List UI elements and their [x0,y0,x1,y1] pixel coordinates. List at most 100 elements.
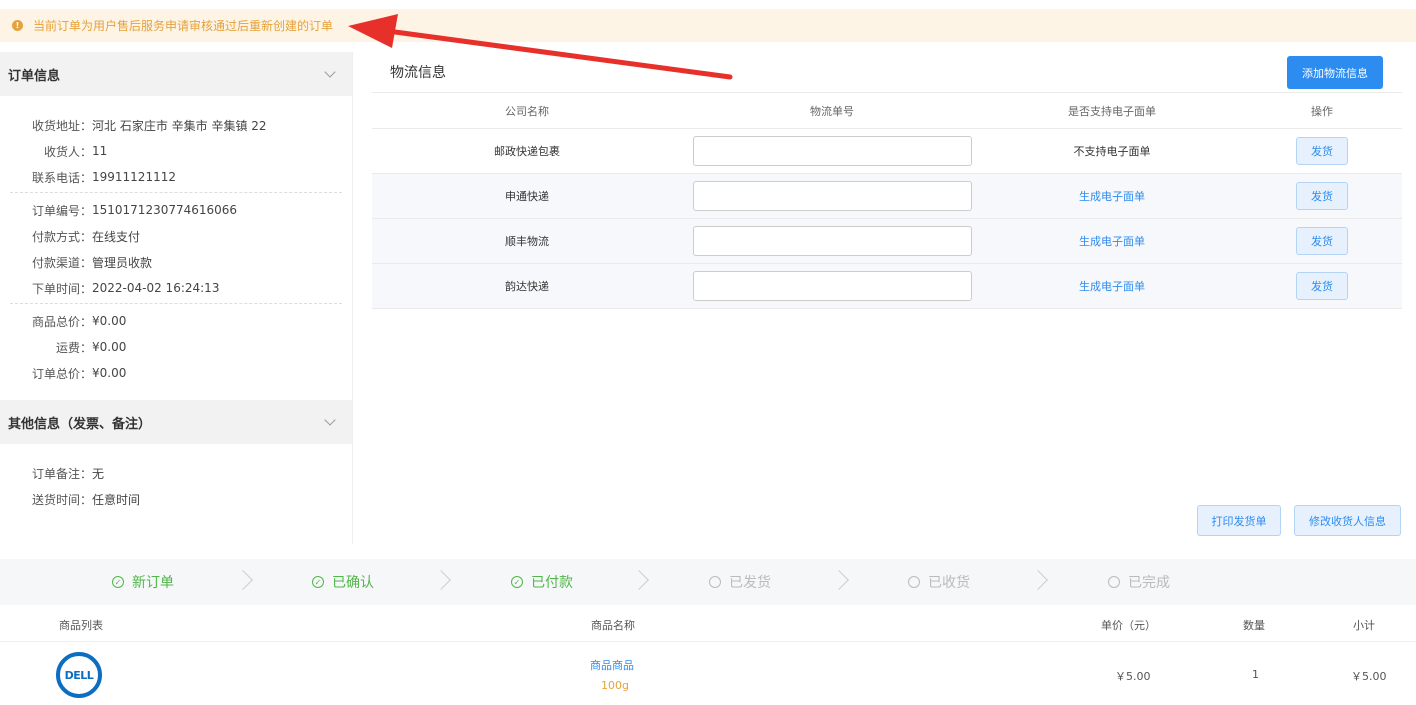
chevron-down-icon[interactable] [324,66,336,78]
product-spec: 100g [601,679,629,692]
print-shipping-button[interactable]: 打印发货单 [1197,505,1281,536]
edit-receiver-button[interactable]: 修改收货人信息 [1294,505,1401,536]
order-time-value: 2022-04-02 16:24:13 [92,281,220,295]
order-steps: ✓ 新订单 ✓ 已确认 ✓ 已付款 已发货 已收货 已完成 [0,559,1416,605]
ship-button[interactable]: 发货 [1296,182,1348,210]
tracking-input[interactable] [692,136,972,166]
step-label: 已发货 [729,575,771,591]
goods-total-label: 商品总价： [31,314,92,329]
chevron-right-icon [629,570,649,590]
step-confirmed: ✓ 已确认 [312,559,374,605]
company-cell: 邮政快递包裹 [494,145,560,158]
chevron-down-icon[interactable] [324,414,336,426]
step-label: 已付款 [531,575,573,591]
order-total-value: ¥0.00 [92,366,127,380]
delivery-time-value: 任意时间 [92,492,141,507]
order-time-label: 下单时间： [31,281,92,296]
remark-value: 无 [92,466,105,481]
step-label: 已确认 [332,575,374,591]
circle-icon [908,576,920,588]
pay-method-value: 在线支付 [92,229,141,244]
step-label: 已收货 [928,575,970,591]
remark-label: 订单备注： [31,466,92,481]
table-header: 公司名称 物流单号 是否支持电子面单 操作 [372,92,1402,129]
generate-e-sheet-link[interactable]: 生成电子面单 [982,188,1242,204]
order-total-label: 订单总价： [31,366,92,381]
company-cell: 韵达快递 [505,280,549,293]
chevron-right-icon [431,570,451,590]
phone-row: 联系电话： 19911121112 [0,164,352,190]
receiver-value: 11 [92,144,108,158]
company-cell: 申通快递 [505,190,549,203]
e-sheet-cell: 不支持电子面单 [1073,145,1151,158]
freight-row: 运费： ¥0.00 [0,334,352,360]
generate-e-sheet-link[interactable]: 生成电子面单 [982,233,1242,249]
col-product-list: 商品列表 [59,619,103,632]
pay-method-label: 付款方式： [31,229,92,244]
check-icon: ✓ [511,576,523,588]
order-info-title: 订单信息 [8,68,61,84]
table-row: 申通快递 生成电子面单 发货 [372,174,1402,219]
notice-bar: ! 当前订单为用户售后服务申请审核通过后重新创建的订单 [0,9,1416,42]
add-logistics-button[interactable]: 添加物流信息 [1287,56,1383,89]
tracking-input[interactable] [692,181,972,211]
order-total-row: 订单总价： ¥0.00 [0,360,352,386]
ship-button[interactable]: 发货 [1296,227,1348,255]
other-info-header[interactable]: 其他信息（发票、备注） [0,400,352,444]
product-name-link[interactable]: 商品商品 [590,657,634,673]
col-company: 公司名称 [505,104,549,118]
table-row: 邮政快递包裹 不支持电子面单 发货 [372,129,1402,174]
receiver-label: 收货人： [43,144,92,159]
phone-value: 19911121112 [92,170,176,184]
address-value: 河北 石家庄市 辛集市 辛集镇 22 [92,118,267,133]
step-received: 已收货 [908,559,970,605]
step-paid: ✓ 已付款 [511,559,573,605]
product-table-header: 商品列表 商品名称 单价（元） 数量 小计 [0,605,1416,642]
product-row: DELL 商品商品 100g ￥5.00 1 ￥5.00 [0,642,1416,705]
product-price: ￥5.00 [1115,670,1151,683]
table-row: 韵达快递 生成电子面单 发货 [372,264,1402,309]
col-tracking: 物流单号 [810,104,854,118]
pay-channel-row: 付款渠道： 管理员收款 [0,249,352,275]
logistics-title: 物流信息 [390,65,446,81]
pay-method-row: 付款方式： 在线支付 [0,223,352,249]
company-cell: 顺丰物流 [505,235,549,248]
col-subtotal: 小计 [1353,619,1375,632]
col-quantity: 数量 [1243,619,1265,632]
col-action: 操作 [1311,104,1333,118]
step-shipped: 已发货 [709,559,771,605]
freight-label: 运费： [55,340,92,355]
goods-total-row: 商品总价： ¥0.00 [0,308,352,334]
order-info-header[interactable]: 订单信息 [0,52,352,96]
step-label: 新订单 [132,575,174,591]
product-qty: 1 [1252,668,1259,681]
tracking-input[interactable] [692,226,972,256]
address-row: 收货地址： 河北 石家庄市 辛集市 辛集镇 22 [0,112,352,138]
order-no-value: 1510171230774616066 [92,203,238,217]
col-product-name: 商品名称 [591,619,635,632]
pay-channel-label: 付款渠道： [31,255,92,270]
chevron-right-icon [233,570,253,590]
chevron-right-icon [829,570,849,590]
step-new-order: ✓ 新订单 [112,559,174,605]
order-time-row: 下单时间： 2022-04-02 16:24:13 [0,275,352,301]
delivery-time-label: 送货时间： [31,492,92,507]
ship-button[interactable]: 发货 [1296,272,1348,300]
pay-channel-value: 管理员收款 [92,255,153,270]
chevron-right-icon [1028,570,1048,590]
table-row: 顺丰物流 生成电子面单 发货 [372,219,1402,264]
phone-label: 联系电话： [31,170,92,185]
divider [10,192,342,193]
ship-button[interactable]: 发货 [1296,137,1348,165]
order-no-row: 订单编号： 1510171230774616066 [0,197,352,223]
remark-row: 订单备注：无 [0,460,352,486]
generate-e-sheet-link[interactable]: 生成电子面单 [982,278,1242,294]
step-completed: 已完成 [1108,559,1170,605]
product-logo: DELL [56,652,102,698]
product-subtotal: ￥5.00 [1351,670,1387,683]
tracking-input[interactable] [692,271,972,301]
left-panel: 订单信息 收货地址： 河北 石家庄市 辛集市 辛集镇 22 收货人： 11 联系电话… [0,52,353,544]
step-label: 已完成 [1128,575,1170,591]
freight-value: ¥0.00 [92,340,127,354]
col-unit-price: 单价（元） [1101,619,1156,632]
